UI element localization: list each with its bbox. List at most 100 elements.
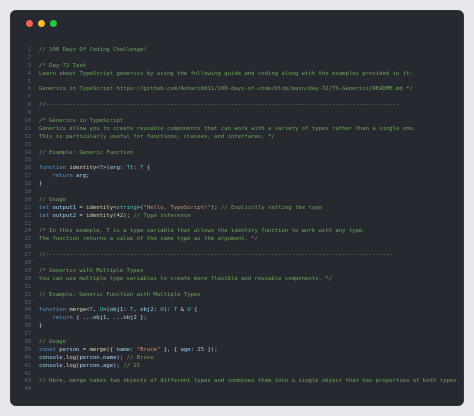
line-content: // Here, merge takes two objects of diff… [39,378,460,386]
line-number: 22 [24,212,31,219]
code-token: merge [89,346,107,353]
code-token: obj2 [123,315,137,322]
line-content: return arg; [39,173,90,181]
code-token: = [76,212,87,219]
code-token: identity [86,212,114,219]
line-content: return { ...obj1, ...obj2 }; [39,315,147,323]
code-token: This is particularly useful for function… [39,133,275,140]
line-number: 20 [24,196,31,203]
code-token: string [116,204,137,211]
code-line: 5 [11,79,463,87]
line-number: 24 [24,228,31,235]
code-token: function [39,165,70,172]
line-content: function identity<T>(arg: T): T { [39,165,150,173]
code-token: person [79,362,100,369]
line-number: 9 [27,110,31,117]
code-token: : [123,307,131,314]
code-token: // Example: Generic Function with Multip… [39,291,201,298]
code-token: ); [123,212,134,219]
code-line: 21 let output1 = identity<string>("Hello,… [11,205,463,213]
code-token: log [65,362,77,369]
line-content: let output2 = identity(42); // Type infe… [39,213,191,221]
code-line: 37 [11,331,463,339]
line-content: // Example: Generic Function [39,150,133,158]
line-content: The function returns a value of the same… [39,236,258,244]
code-line: 14 // Example: Generic Function [11,150,463,158]
line-number: 21 [24,204,31,211]
line-number: 35 [24,315,31,322]
code-token: merge [69,307,87,314]
code-token: , ... [106,315,124,322]
line-number: 27 [24,252,31,259]
line-content: } [39,323,42,331]
code-token: = [79,346,90,353]
code-line: 10 /* Generics in TypeScript [11,118,463,126]
code-line: 43 // Here, merge takes two objects of di… [11,378,463,386]
code-line: 26 [11,244,463,252]
line-number: 36 [24,323,31,330]
code-token: The function returns a value of the same… [39,236,258,243]
line-number: 15 [24,157,31,164]
code-token: Generics in TypeScript https://github.co… [39,86,413,93]
line-number: 5 [27,78,31,85]
line-number: 17 [24,173,31,180]
line-number: 42 [24,370,31,377]
line-number: 34 [24,307,31,314]
code-token: }, { [160,346,181,353]
code-token: name [103,354,117,361]
code-token: person [59,346,80,353]
line-content: console.log(person.name); // Bruce [39,355,154,363]
close-dot-icon[interactable] [26,20,33,27]
code-line: 9 [11,110,463,118]
code-line: 38 // Usage [11,339,463,347]
line-number: 1 [27,47,31,53]
code-line: 25 The function returns a value of the sa… [11,236,463,244]
line-number: 10 [24,118,31,125]
code-token: } [39,323,43,330]
code-token: name [116,346,130,353]
maximize-dot-icon[interactable] [50,20,57,27]
code-token: // Example: Generic Function [39,149,134,156]
code-token: console [39,354,63,361]
code-token: console [39,362,63,369]
code-token: /* Day-72 Task [39,62,87,69]
code-token: /* Generics with Multiple Types [39,267,144,274]
code-line: 11 Generics allow you to create reusable … [11,126,463,134]
code-line: 40 console.log(person.name); // Bruce [11,355,463,363]
line-content: console.log(person.age); // 25 [39,363,140,371]
code-token: ; [86,173,90,180]
line-number: 28 [24,260,31,267]
code-line: 29 /* Generics with Multiple Types [11,268,463,276]
line-content: Learn about TypeScript generics by using… [39,71,413,79]
line-number: 3 [27,62,31,69]
line-number: 37 [24,331,31,338]
code-token: ): [163,307,174,314]
line-content: /* Generics in TypeScript [39,118,123,126]
line-number: 43 [24,378,31,385]
code-line: 3 /* Day-72 Task [11,63,463,71]
code-line: 8 //-------------------------------------… [11,102,463,110]
code-token: : [119,165,127,172]
line-number: 40 [24,354,31,361]
code-token: ({ [106,346,117,353]
line-number: 26 [24,244,31,251]
code-token: obj1 [92,315,107,322]
code-token: function [39,307,70,314]
code-token: person [79,354,100,361]
line-number: 29 [24,267,31,274]
code-line: 33 [11,300,463,308]
code-token: }); [204,346,218,353]
code-token: }; [136,315,147,322]
code-line: 34 function merge<T, U>(obj1: T, obj2: U)… [11,307,463,315]
minimize-dot-icon[interactable] [38,20,45,27]
code-token: ); [210,204,221,211]
code-token: ); [116,354,127,361]
code-line: 6 Generics in TypeScript https://github.c… [11,86,463,94]
code-token: Learn about TypeScript generics by using… [39,70,413,77]
line-number: 11 [24,125,31,132]
code-token: return [52,315,77,322]
line-content: This is particularly useful for function… [39,134,275,142]
code-line: 30 You can use multiple type variables to… [11,276,463,284]
line-content: //--------------------------------------… [39,252,393,260]
